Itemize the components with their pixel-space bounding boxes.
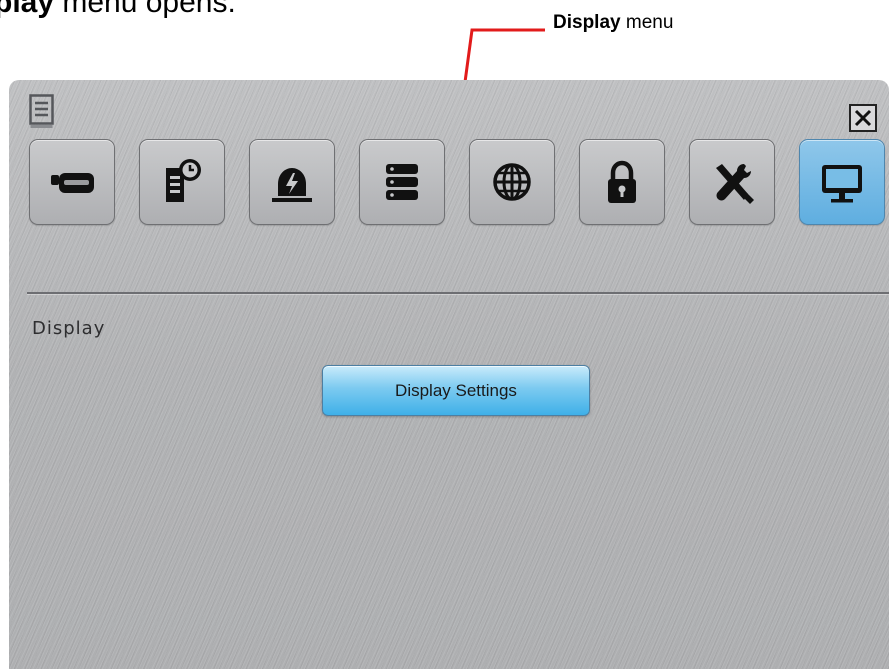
callout-label-bold: Display [553, 12, 621, 33]
tools-icon [716, 164, 754, 204]
close-button[interactable] [849, 104, 877, 132]
tab-display[interactable] [799, 139, 885, 225]
lock-icon [608, 160, 636, 203]
settings-panel: Display Display Settings [9, 80, 889, 669]
close-icon [854, 109, 872, 127]
document-list-icon[interactable] [29, 94, 55, 130]
menu-tab-bar [29, 139, 889, 225]
tab-schedule-log[interactable] [139, 139, 225, 225]
device-icon [51, 173, 94, 193]
storage-icon [386, 164, 418, 200]
tab-storage[interactable] [359, 139, 445, 225]
display-monitor-icon [822, 165, 862, 203]
tab-tools[interactable] [689, 139, 775, 225]
tab-device[interactable] [29, 139, 115, 225]
schedule-log-icon [166, 159, 201, 202]
alarm-icon [272, 168, 312, 202]
network-globe-icon [493, 163, 531, 201]
section-title: Display [32, 318, 106, 339]
callout-label-rest: menu [620, 12, 674, 33]
tab-security[interactable] [579, 139, 665, 225]
caption-rest: menu opens. [54, 0, 236, 19]
caption-bold: play [0, 0, 55, 19]
display-settings-button[interactable]: Display Settings [322, 365, 590, 416]
section-divider [27, 292, 889, 294]
tab-network[interactable] [469, 139, 555, 225]
callout-label: Display menu [553, 12, 673, 34]
document-caption: play menu opens. [0, 0, 236, 20]
tab-alarm[interactable] [249, 139, 335, 225]
